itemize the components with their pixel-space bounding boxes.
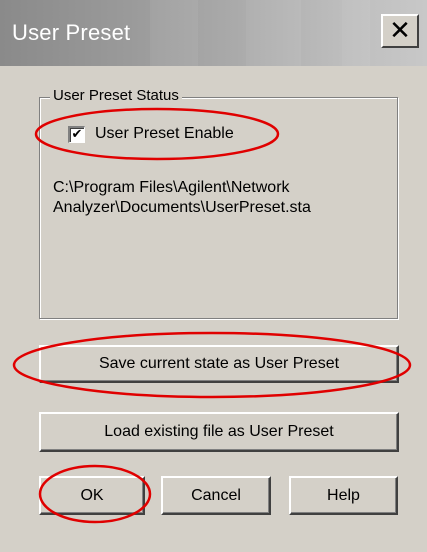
save-current-state-button[interactable]: Save current state as User Preset: [39, 345, 399, 383]
group-legend: User Preset Status: [50, 87, 182, 104]
window-title: User Preset: [12, 20, 131, 45]
title-bar-stripe: [342, 0, 370, 66]
user-preset-enable-row[interactable]: ✔ User Preset Enable: [68, 124, 234, 144]
user-preset-enable-checkbox[interactable]: ✔: [68, 125, 85, 143]
user-preset-dialog: User Preset ✕ User Preset Status ✔ User …: [0, 0, 427, 552]
title-bar-stripe: [150, 0, 198, 66]
close-button[interactable]: ✕: [381, 14, 419, 48]
title-bar[interactable]: User Preset ✕: [0, 0, 427, 66]
checkmark-icon: ✔: [71, 127, 83, 142]
checkbox-label[interactable]: User Preset Enable: [95, 125, 234, 143]
help-button[interactable]: Help: [289, 476, 398, 515]
load-existing-file-button[interactable]: Load existing file as User Preset: [39, 412, 399, 452]
close-icon: ✕: [389, 16, 411, 46]
preset-file-path: C:\Program Files\Agilent\Network Analyze…: [53, 179, 311, 216]
title-bar-stripe: [246, 0, 301, 66]
cancel-button[interactable]: Cancel: [161, 476, 271, 515]
ok-button[interactable]: OK: [39, 476, 145, 515]
